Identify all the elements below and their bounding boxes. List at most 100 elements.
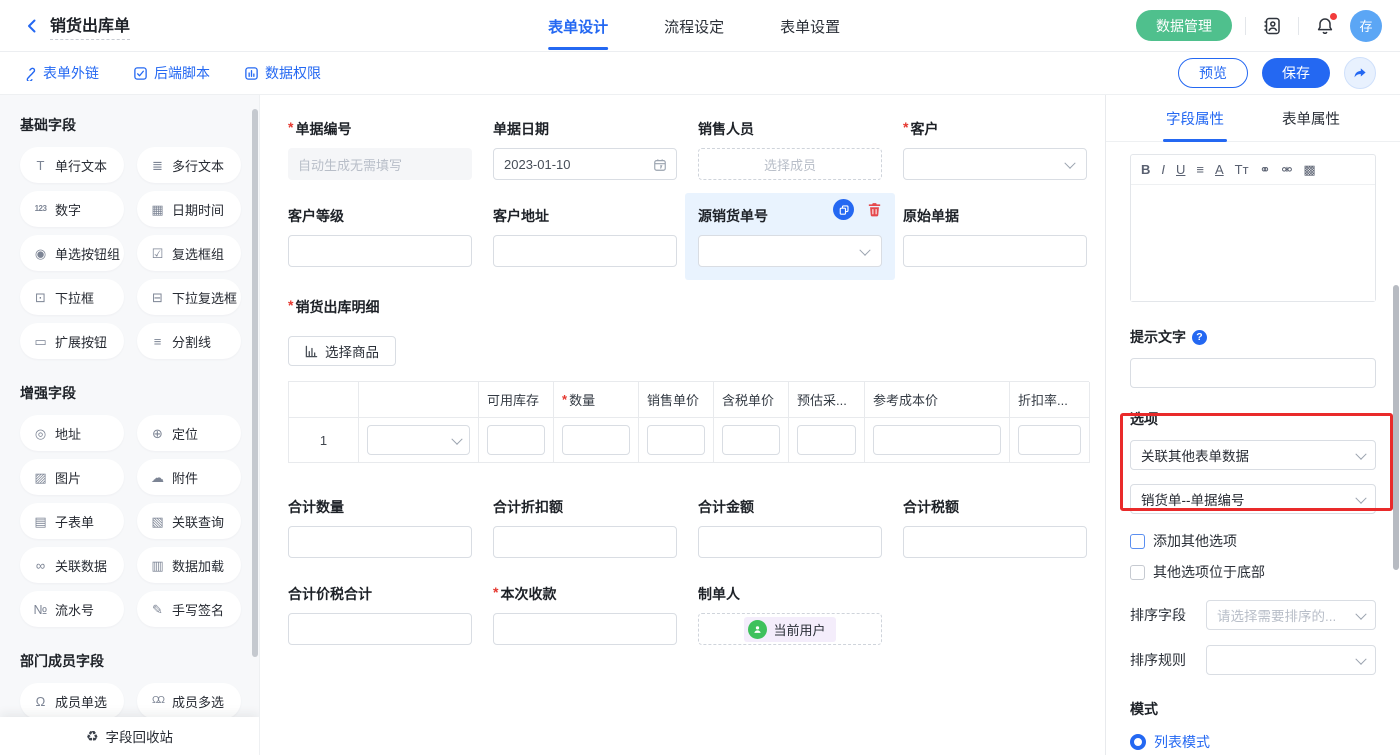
font-color-icon[interactable]: A [1215, 163, 1224, 176]
tab-form-settings[interactable]: 表单设置 [780, 0, 840, 52]
field-input-date[interactable]: 2023-01-10 [493, 148, 677, 180]
contacts-button[interactable] [1259, 13, 1285, 39]
field-合计价税合计[interactable]: 合计价税合计 [288, 584, 472, 645]
sidebar-item-日期时间[interactable]: ▦日期时间 [137, 191, 241, 227]
preview-button[interactable]: 预览 [1178, 58, 1248, 88]
tab-field-properties[interactable]: 字段属性 [1166, 95, 1224, 142]
panel-scrollbar[interactable] [1393, 285, 1399, 570]
sidebar-item-多行文本[interactable]: ≣多行文本 [137, 147, 241, 183]
field-input-text[interactable] [493, 235, 677, 267]
backend-script-link[interactable]: 后端脚本 [133, 63, 210, 83]
sidebar-scrollbar[interactable] [252, 109, 258, 657]
add-other-option-checkbox[interactable]: 添加其他选项 [1130, 531, 1376, 551]
description-textarea[interactable] [1131, 185, 1375, 301]
sidebar-item-单行文本[interactable]: T单行文本 [20, 147, 124, 183]
sidebar-item-图片[interactable]: ▨图片 [20, 459, 124, 495]
subform-cell-input[interactable] [487, 425, 545, 455]
sidebar-item-成员多选[interactable]: ΩΩ成员多选 [137, 683, 241, 719]
sidebar-item-定位[interactable]: ⊕定位 [137, 415, 241, 451]
link-icon[interactable]: ⚭ [1260, 163, 1271, 176]
field-input-text[interactable] [698, 526, 882, 558]
underline-icon[interactable]: U [1176, 163, 1185, 176]
subform-cell-input[interactable] [873, 425, 1001, 455]
option-field-select[interactable]: 销货单--单据编号 [1130, 484, 1376, 514]
copy-field-button[interactable] [833, 199, 854, 220]
form-external-link[interactable]: 表单外链 [22, 63, 99, 83]
notifications-button[interactable] [1312, 13, 1338, 39]
subform-cell-input[interactable] [1018, 425, 1081, 455]
subform-cell-input[interactable] [562, 425, 630, 455]
field-recycle-bin[interactable]: ♻ 字段回收站 [0, 717, 259, 755]
field-input-text[interactable] [288, 613, 472, 645]
subform-cell-input[interactable] [722, 425, 780, 455]
hint-text-input[interactable] [1130, 358, 1376, 388]
field-合计数量[interactable]: 合计数量 [288, 497, 472, 558]
field-原始单据[interactable]: 原始单据 [903, 206, 1087, 267]
field-客户[interactable]: *客户 [903, 119, 1087, 180]
sidebar-item-关联查询[interactable]: ▧关联查询 [137, 503, 241, 539]
field-单据编号[interactable]: *单据编号自动生成无需填写 [288, 119, 472, 180]
bold-icon[interactable]: B [1141, 163, 1150, 176]
subform-cell-input[interactable] [797, 425, 856, 455]
option-source-select[interactable]: 关联其他表单数据 [1130, 440, 1376, 470]
sidebar-item-扩展按钮[interactable]: ▭扩展按钮 [20, 323, 124, 359]
field-input-text[interactable] [288, 235, 472, 267]
avatar[interactable]: 存 [1350, 10, 1382, 42]
help-icon[interactable]: ? [1192, 330, 1207, 345]
other-option-bottom-checkbox[interactable]: 其他选项位于底部 [1130, 562, 1376, 582]
tab-flow-settings[interactable]: 流程设定 [664, 0, 724, 52]
field-input-text[interactable] [903, 526, 1087, 558]
field-客户地址[interactable]: 客户地址 [493, 206, 677, 267]
back-button[interactable] [20, 14, 44, 38]
choose-product-button[interactable]: 选择商品 [288, 336, 396, 366]
delete-field-button[interactable] [864, 199, 885, 220]
sidebar-item-单选按钮组[interactable]: ◉单选按钮组 [20, 235, 124, 271]
tab-form-design[interactable]: 表单设计 [548, 0, 608, 52]
field-源销货单号[interactable]: 源销货单号 [685, 193, 895, 280]
subform-cell-input[interactable] [647, 425, 705, 455]
sidebar-item-下拉复选框[interactable]: ⊟下拉复选框 [137, 279, 241, 315]
field-合计金额[interactable]: 合计金额 [698, 497, 882, 558]
field-合计税额[interactable]: 合计税额 [903, 497, 1087, 558]
page-title[interactable]: 销货出库单 [50, 12, 130, 40]
tab-form-properties[interactable]: 表单属性 [1282, 95, 1340, 142]
save-button[interactable]: 保存 [1262, 58, 1330, 88]
sidebar-item-地址[interactable]: ◎地址 [20, 415, 124, 451]
unlink-icon[interactable]: ⚮ [1281, 163, 1292, 176]
sidebar-item-成员单选[interactable]: Ω成员单选 [20, 683, 124, 719]
field-select[interactable] [698, 235, 882, 267]
sidebar-item-手写签名[interactable]: ✎手写签名 [137, 591, 241, 627]
field-销售人员[interactable]: 销售人员选择成员 [698, 119, 882, 180]
field-客户等级[interactable]: 客户等级 [288, 206, 472, 267]
share-button[interactable] [1344, 57, 1376, 89]
field-input-text[interactable] [903, 235, 1087, 267]
field-input-text[interactable] [493, 613, 677, 645]
italic-icon[interactable]: I [1161, 163, 1165, 176]
mode-list-radio[interactable]: 列表模式 [1130, 732, 1376, 752]
sidebar-item-流水号[interactable]: №流水号 [20, 591, 124, 627]
field-单据日期[interactable]: 单据日期2023-01-10 [493, 119, 677, 180]
field-input-text[interactable] [493, 526, 677, 558]
sort-rule-select[interactable] [1206, 645, 1376, 675]
sidebar-item-数据加载[interactable]: ▥数据加载 [137, 547, 241, 583]
data-manage-button[interactable]: 数据管理 [1136, 10, 1232, 41]
data-permission-link[interactable]: 数据权限 [244, 63, 321, 83]
sidebar-item-关联数据[interactable]: ∞关联数据 [20, 547, 124, 583]
sidebar-item-分割线[interactable]: ≡分割线 [137, 323, 241, 359]
field-input-member[interactable]: 选择成员 [698, 148, 882, 180]
align-icon[interactable]: ≡ [1196, 163, 1204, 176]
field-input-user[interactable]: 当前用户 [698, 613, 882, 645]
field-input-text[interactable] [288, 526, 472, 558]
sort-field-select[interactable]: 请选择需要排序的... [1206, 600, 1376, 630]
image-icon[interactable]: ▩ [1303, 163, 1315, 176]
subform-product-select[interactable] [367, 425, 470, 455]
sidebar-item-下拉框[interactable]: ⊡下拉框 [20, 279, 124, 315]
field-input-readonly[interactable]: 自动生成无需填写 [288, 148, 472, 180]
field-本次收款[interactable]: *本次收款 [493, 584, 677, 645]
sidebar-item-附件[interactable]: ☁附件 [137, 459, 241, 495]
sidebar-item-子表单[interactable]: ▤子表单 [20, 503, 124, 539]
font-size-icon[interactable]: Tᴛ [1235, 163, 1249, 176]
field-合计折扣额[interactable]: 合计折扣额 [493, 497, 677, 558]
sidebar-item-数字[interactable]: 123数字 [20, 191, 124, 227]
sidebar-item-复选框组[interactable]: ☑复选框组 [137, 235, 241, 271]
